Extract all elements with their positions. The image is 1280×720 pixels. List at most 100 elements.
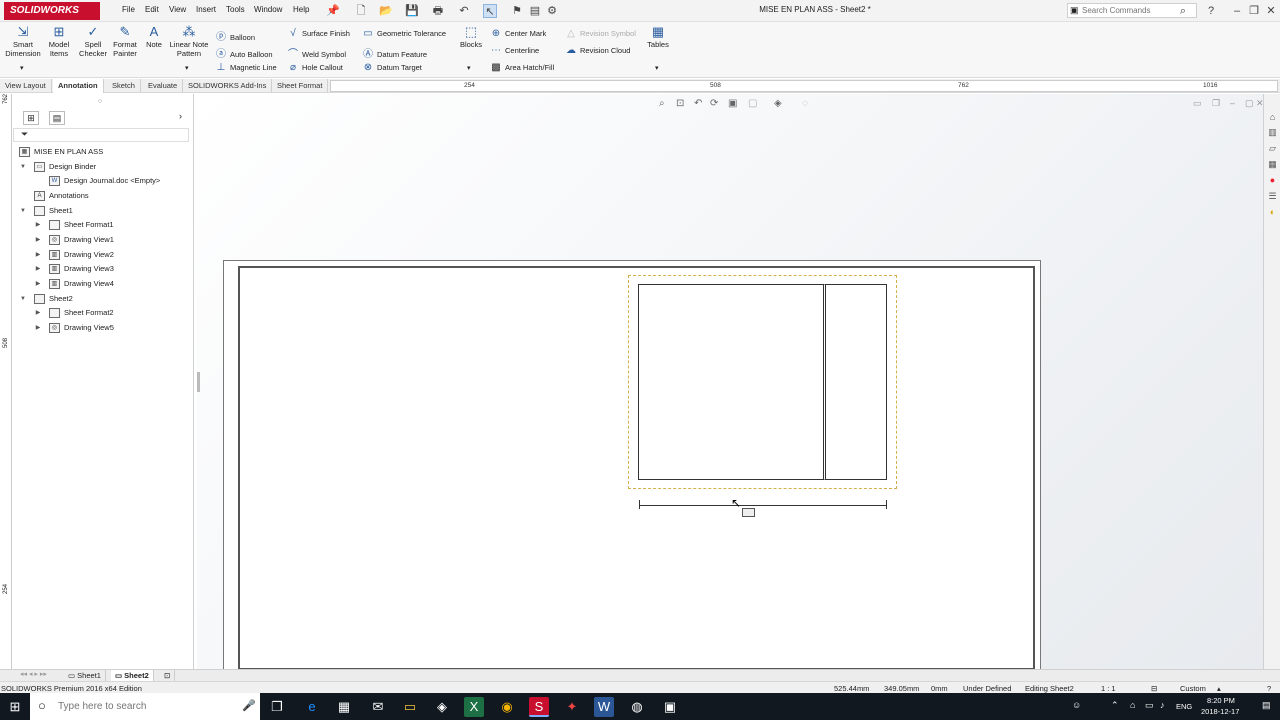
search-input[interactable] — [1082, 6, 1178, 15]
tree-item-drawing-view4[interactable]: ▶ ▥ Drawing View4 — [13, 277, 194, 291]
solidworks-taskbar-icon[interactable]: S — [529, 697, 549, 717]
tab-sheet-format[interactable]: Sheet Format — [272, 79, 329, 93]
tree-item-sheet1[interactable]: ▼ Sheet1 — [13, 204, 194, 218]
rebuild-status-icon[interactable]: ⊟ — [1151, 684, 1157, 693]
menu-window[interactable]: Window — [254, 5, 282, 14]
note-button[interactable]: A Note — [143, 25, 165, 50]
tab-sketch[interactable]: Sketch — [107, 79, 141, 93]
linear-pattern-chevron-icon[interactable]: ▾ — [185, 64, 189, 72]
expand-chevron-icon[interactable]: ▶ — [34, 262, 42, 276]
chrome-icon[interactable]: ◉ — [497, 697, 517, 717]
expand-chevron-icon[interactable]: ▶ — [34, 277, 42, 291]
menu-view[interactable]: View — [169, 5, 186, 14]
minimize-window-icon[interactable]: – — [1230, 4, 1244, 18]
pin-icon[interactable]: 📌 — [326, 4, 340, 18]
maximize-doc-icon[interactable]: ▢ — [1245, 98, 1254, 109]
expand-panel-chevron-icon[interactable]: › — [179, 111, 182, 121]
dimension-text-box[interactable] — [742, 508, 755, 517]
format-painter-button[interactable]: ✎ Format Painter — [110, 25, 140, 58]
linear-note-pattern-button[interactable]: ⁂ Linear Note Pattern — [167, 25, 211, 58]
spell-checker-button[interactable]: ✓ Spell Checker — [77, 25, 109, 58]
smart-dimension-button[interactable]: ⇲ Smart Dimension — [3, 25, 43, 58]
select-cursor-icon[interactable]: ↖ — [483, 4, 497, 18]
print-icon[interactable]: 🖶 — [431, 4, 445, 18]
language-indicator[interactable]: ENG — [1176, 702, 1192, 711]
menu-edit[interactable]: Edit — [145, 5, 159, 14]
help-icon[interactable]: ? — [1267, 684, 1271, 693]
minimize-doc-icon[interactable]: – — [1230, 98, 1235, 108]
options-gear-icon[interactable]: ⚙ — [545, 4, 559, 18]
blocks-button[interactable]: ⬚ Blocks — [458, 25, 484, 50]
sheet-nav-arrows-icon[interactable]: ◂◂ ◂ ▸ ▸▸ — [20, 670, 47, 678]
menu-file[interactable]: File — [122, 5, 135, 14]
centerline-button[interactable]: ⋯ Centerline — [490, 45, 539, 56]
tab-solidworks-add-ins[interactable]: SOLIDWORKS Add-Ins — [183, 79, 273, 93]
smart-dimension-chevron-icon[interactable]: ▾ — [20, 64, 24, 72]
units-chevron-icon[interactable]: ▴ — [1217, 684, 1221, 693]
tree-item-design-binder[interactable]: ▼ ▭ Design Binder — [13, 160, 194, 174]
custom-properties-icon[interactable]: ☰ — [1266, 190, 1279, 203]
network-icon[interactable]: ⌂ — [1130, 700, 1135, 710]
mail-icon[interactable]: ✉ — [368, 697, 388, 717]
menu-tools[interactable]: Tools — [226, 5, 245, 14]
expand-chevron-icon[interactable]: ▶ — [34, 233, 42, 247]
datum-target-button[interactable]: ⊗ Datum Target — [362, 62, 422, 73]
previous-view-icon[interactable]: ↶ — [694, 98, 702, 109]
weld-symbol-button[interactable]: ⌒ Weld Symbol — [287, 45, 346, 60]
excel-icon[interactable]: X — [464, 697, 484, 717]
appearances-icon[interactable]: ● — [1266, 174, 1279, 187]
forum-icon[interactable]: ◐ — [1266, 206, 1279, 219]
auto-balloon-button[interactable]: ⓐ Auto Balloon — [215, 45, 273, 60]
collapse-chevron-icon[interactable]: ▼ — [19, 204, 27, 218]
people-icon[interactable]: ☺ — [1072, 700, 1081, 710]
magnetic-line-button[interactable]: ⊥ Magnetic Line — [215, 62, 277, 73]
property-manager-tab-icon[interactable]: ▤ — [49, 111, 65, 125]
taskbar-search-box[interactable]: ○ 🎤 — [30, 693, 260, 720]
view-rectangle-main[interactable] — [638, 284, 824, 480]
taskbar-search-input[interactable] — [58, 701, 238, 712]
clock-date[interactable]: 2018-12-17 — [1201, 707, 1239, 716]
geometric-tolerance-button[interactable]: ▭ Geometric Tolerance — [362, 28, 446, 39]
view-palette-icon[interactable]: ▦ — [1266, 158, 1279, 171]
datum-feature-button[interactable]: Ⓐ Datum Feature — [362, 45, 427, 60]
task-view-icon[interactable]: ❐ — [267, 697, 287, 717]
save-icon[interactable]: 💾 — [405, 4, 419, 18]
view-rectangle-side[interactable] — [823, 284, 887, 480]
tables-button[interactable]: ▦ Tables — [645, 25, 671, 50]
file-explorer-icon[interactable]: ▱ — [1266, 142, 1279, 155]
file-explorer-icon[interactable]: ▭ — [400, 697, 420, 717]
collapse-chevron-icon[interactable]: ▼ — [19, 292, 27, 306]
tree-item-annotations[interactable]: A Annotations — [13, 189, 194, 203]
model-items-button[interactable]: ⊞ Model Items — [45, 25, 73, 58]
panel-collapse-handle[interactable] — [197, 372, 200, 392]
tab-view-layout[interactable]: View Layout — [0, 79, 52, 93]
rebuild-icon[interactable]: ⚑ — [510, 4, 524, 18]
tile-window-icon[interactable]: ▭ — [1193, 98, 1202, 109]
tree-item-sheet2[interactable]: ▼ Sheet2 — [13, 292, 194, 306]
blocks-dropdown-chevron-icon[interactable]: ▾ — [467, 64, 471, 72]
display-style-icon[interactable]: ▢ — [748, 98, 757, 109]
menu-insert[interactable]: Insert — [196, 5, 216, 14]
microphone-icon[interactable]: 🎤 — [242, 699, 256, 712]
dimension-line[interactable] — [639, 505, 887, 506]
scene-icon[interactable]: ◌ — [802, 98, 808, 109]
surface-finish-button[interactable]: √ Surface Finish — [287, 28, 350, 39]
collapse-chevron-icon[interactable]: ▼ — [19, 160, 27, 174]
expand-chevron-icon[interactable]: ▶ — [34, 218, 42, 232]
windows-start-icon[interactable]: ⊞ — [5, 697, 25, 717]
tree-item-sheet-format1[interactable]: ▶ Sheet Format1 — [13, 218, 194, 232]
app-icon[interactable]: ◈ — [432, 697, 452, 717]
word-icon[interactable]: W — [594, 697, 614, 717]
tree-item-design-journal[interactable]: W Design Journal.doc <Empty> — [13, 174, 194, 188]
tab-annotation[interactable]: Annotation — [53, 79, 104, 93]
area-hatch-fill-button[interactable]: ▩ Area Hatch/Fill — [490, 62, 554, 73]
expand-chevron-icon[interactable]: ▶ — [34, 306, 42, 320]
feature-manager-tab-icon[interactable]: ⊞ — [23, 111, 39, 125]
tree-item-drawing-view3[interactable]: ▶ ▥ Drawing View3 — [13, 262, 194, 276]
shield-icon[interactable]: ◍ — [627, 697, 647, 717]
app-icon-3[interactable]: ▣ — [660, 697, 680, 717]
tree-item-sheet-format2[interactable]: ▶ Sheet Format2 — [13, 306, 194, 320]
expand-chevron-icon[interactable]: ▶ — [34, 248, 42, 262]
app-icon-2[interactable]: ✦ — [562, 697, 582, 717]
help-icon[interactable]: ? — [1204, 4, 1218, 18]
